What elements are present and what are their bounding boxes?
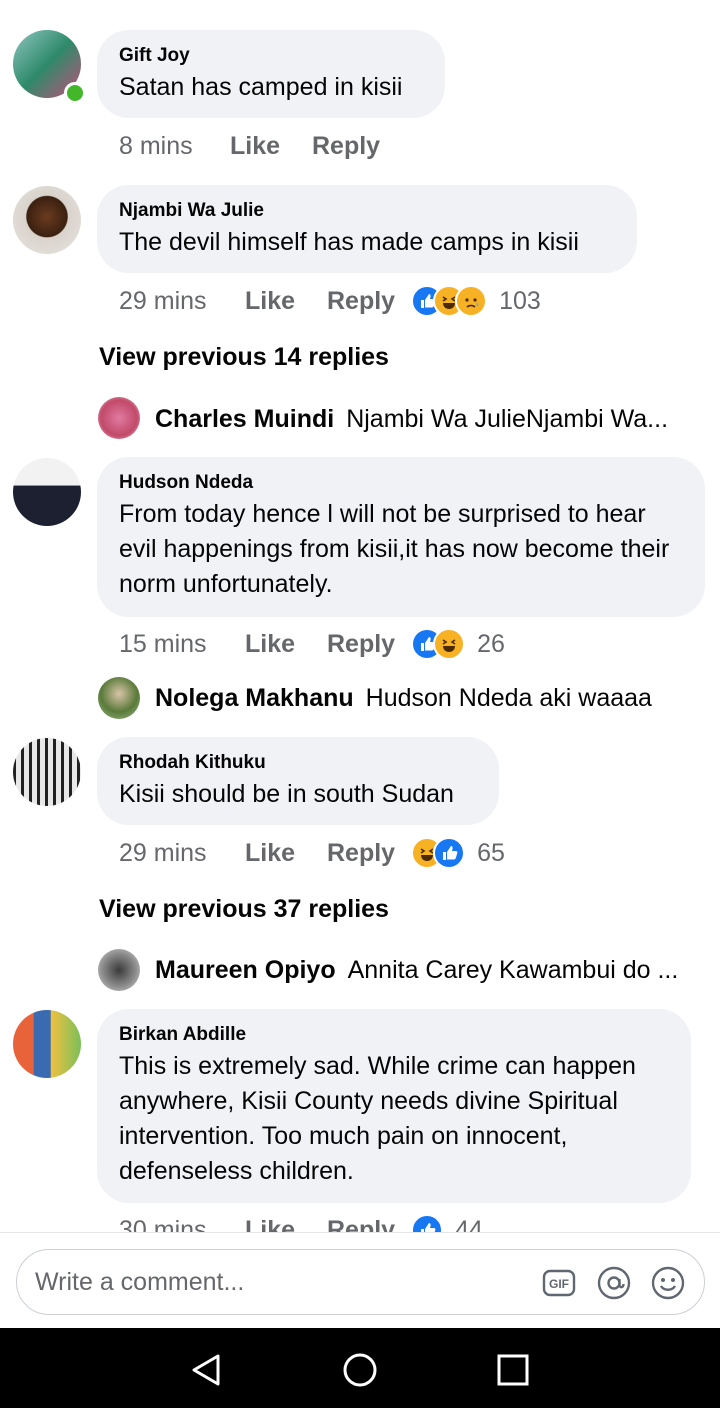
reply-text: Hudson Ndeda aki waaaa xyxy=(365,683,652,712)
comment-bubble[interactable]: Njambi Wa Julie The devil himself has ma… xyxy=(97,185,637,273)
comment-actions: 15 mins Like Reply 26 xyxy=(119,624,505,664)
like-reaction-icon xyxy=(433,837,466,869)
reply-button[interactable]: Reply xyxy=(327,1216,395,1233)
reply-preview[interactable]: Nolega Makhanu Hudson Ndeda aki waaaa xyxy=(155,680,705,716)
reaction-summary[interactable] xyxy=(411,837,466,869)
avatar[interactable] xyxy=(98,397,140,439)
comment-time[interactable]: 15 mins xyxy=(119,630,245,659)
reply-button[interactable]: Reply xyxy=(327,287,395,316)
avatar[interactable] xyxy=(13,738,81,806)
comment-text: The devil himself has made camps in kisi… xyxy=(119,228,579,256)
reply-author[interactable]: Nolega Makhanu xyxy=(155,684,354,713)
at-mention-icon[interactable] xyxy=(596,1265,632,1301)
view-previous-replies-link[interactable]: View previous 37 replies xyxy=(99,895,389,924)
avatar[interactable] xyxy=(98,677,140,719)
comment-time[interactable]: 29 mins xyxy=(119,839,245,868)
like-button[interactable]: Like xyxy=(245,1216,327,1233)
comment-actions: 30 mins Like Reply 44 xyxy=(119,1210,483,1232)
comment-time[interactable]: 30 mins xyxy=(119,1216,245,1233)
online-status-dot xyxy=(64,82,86,104)
reaction-count[interactable]: 26 xyxy=(477,630,505,659)
reply-author[interactable]: Maureen Opiyo xyxy=(155,956,336,985)
comment-text: This is extremely sad. While crime can h… xyxy=(119,1052,636,1185)
comment-actions: 29 mins Like Reply 103 xyxy=(119,281,541,321)
comment-text: Kisii should be in south Sudan xyxy=(119,780,454,808)
comment-input[interactable]: Write a comment... GIF xyxy=(16,1249,705,1315)
comment-time[interactable]: 29 mins xyxy=(119,287,245,316)
back-nav-icon[interactable] xyxy=(186,1350,226,1390)
comment-bubble[interactable]: Hudson Ndeda From today hence l will not… xyxy=(97,457,705,617)
comment-bubble[interactable]: Rhodah Kithuku Kisii should be in south … xyxy=(97,737,499,825)
reaction-count[interactable]: 65 xyxy=(477,839,505,868)
like-button[interactable]: Like xyxy=(230,132,312,161)
comment-composer-bar: Write a comment... GIF xyxy=(0,1232,720,1328)
reply-author[interactable]: Charles Muindi xyxy=(155,405,334,434)
avatar[interactable] xyxy=(13,186,81,254)
comment-actions: 29 mins Like Reply 65 xyxy=(119,833,505,873)
reply-button[interactable]: Reply xyxy=(327,630,395,659)
recents-nav-icon[interactable] xyxy=(493,1350,533,1390)
emoji-icon[interactable] xyxy=(650,1265,686,1301)
reply-button[interactable]: Reply xyxy=(327,839,395,868)
reaction-summary[interactable] xyxy=(411,1214,444,1232)
svg-text:GIF: GIF xyxy=(549,1277,569,1291)
reaction-count[interactable]: 103 xyxy=(499,287,541,316)
reaction-count[interactable]: 44 xyxy=(455,1216,483,1233)
comment-author[interactable]: Rhodah Kithuku xyxy=(119,751,477,775)
home-nav-icon[interactable] xyxy=(340,1350,380,1390)
haha-reaction-icon xyxy=(433,628,466,660)
avatar[interactable] xyxy=(98,949,140,991)
comments-feed[interactable]: Gift Joy Satan has camped in kisii 8 min… xyxy=(0,0,720,1232)
like-button[interactable]: Like xyxy=(245,287,327,316)
comment-actions: 8 mins Like Reply xyxy=(119,126,396,166)
comment-time[interactable]: 8 mins xyxy=(119,132,230,161)
system-navigation-bar xyxy=(0,1328,720,1408)
comment-author[interactable]: Gift Joy xyxy=(119,44,423,68)
sad-reaction-icon xyxy=(455,285,488,317)
reply-text: Annita Carey Kawambui do ... xyxy=(347,955,679,984)
comment-author[interactable]: Njambi Wa Julie xyxy=(119,199,615,223)
reaction-summary[interactable] xyxy=(411,628,466,660)
like-button[interactable]: Like xyxy=(245,839,327,868)
reply-text: Njambi Wa JulieNjambi Wa... xyxy=(346,404,669,433)
avatar[interactable] xyxy=(13,458,81,526)
comment-author[interactable]: Hudson Ndeda xyxy=(119,471,683,495)
comment-author[interactable]: Birkan Abdille xyxy=(119,1023,669,1047)
view-previous-replies-link[interactable]: View previous 14 replies xyxy=(99,343,389,372)
like-button[interactable]: Like xyxy=(245,630,327,659)
reply-preview[interactable]: Charles Muindi Njambi Wa JulieNjambi Wa.… xyxy=(155,401,705,437)
comment-bubble[interactable]: Gift Joy Satan has camped in kisii xyxy=(97,30,445,118)
reply-button[interactable]: Reply xyxy=(312,132,380,161)
gif-icon[interactable]: GIF xyxy=(541,1265,577,1301)
comment-text: From today hence l will not be surprised… xyxy=(119,500,670,598)
comment-text: Satan has camped in kisii xyxy=(119,73,403,101)
reply-preview[interactable]: Maureen Opiyo Annita Carey Kawambui do .… xyxy=(155,952,705,988)
comment-input-placeholder: Write a comment... xyxy=(35,1268,245,1296)
avatar[interactable] xyxy=(13,1010,81,1078)
comment-bubble[interactable]: Birkan Abdille This is extremely sad. Wh… xyxy=(97,1009,691,1203)
like-reaction-icon xyxy=(411,1214,444,1232)
reaction-summary[interactable] xyxy=(411,285,488,317)
